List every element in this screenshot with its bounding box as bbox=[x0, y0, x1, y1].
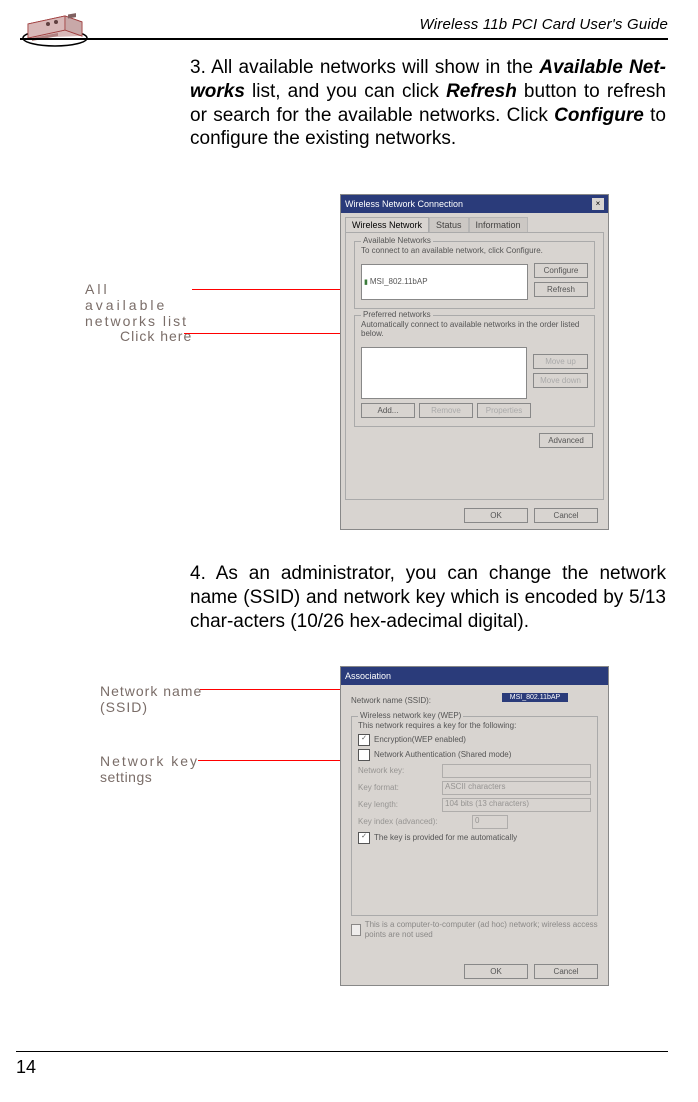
group-desc: Automatically connect to available netwo… bbox=[361, 320, 588, 339]
callout-network-key: Network keysettings bbox=[100, 753, 210, 785]
label: Key format: bbox=[358, 783, 438, 792]
available-networks-list[interactable]: ▮ MSI_802.11bAP bbox=[361, 264, 528, 300]
group-preferred-networks: Preferred networks Automatically connect… bbox=[354, 315, 595, 427]
tab-status[interactable]: Status bbox=[429, 217, 469, 232]
configure-button[interactable]: Configure bbox=[534, 263, 588, 278]
label: Key length: bbox=[358, 800, 438, 809]
callout-click-here: Click here bbox=[120, 328, 192, 344]
refresh-button[interactable]: Refresh bbox=[534, 282, 588, 297]
ssid-value[interactable]: MSI_802.11bAP bbox=[502, 693, 568, 702]
cancel-button[interactable]: Cancel bbox=[534, 964, 598, 979]
antenna-icon: ▮ bbox=[364, 278, 368, 286]
ok-button[interactable]: OK bbox=[464, 508, 528, 523]
txt-bold: Refresh bbox=[446, 81, 517, 102]
add-button[interactable]: Add... bbox=[361, 403, 415, 418]
key-format-select[interactable]: ASCII characters bbox=[442, 781, 591, 795]
check-encryption[interactable]: ✓Encryption(WEP enabled) bbox=[358, 734, 591, 746]
window-title: Association bbox=[345, 671, 391, 681]
ok-button[interactable]: OK bbox=[464, 964, 528, 979]
window-title: Wireless Network Connection bbox=[345, 199, 463, 209]
key-length-select[interactable]: 104 bits (13 characters) bbox=[442, 798, 591, 812]
cancel-button[interactable]: Cancel bbox=[534, 508, 598, 523]
group-label: Wireless network key (WEP) bbox=[358, 711, 463, 720]
tab-information[interactable]: Information bbox=[469, 217, 528, 232]
callout-network-name: Network name(SSID) bbox=[100, 683, 210, 715]
step-4-text: 4. As an administrator, you can change t… bbox=[190, 562, 666, 633]
txt: 3. All available networks will show in t… bbox=[190, 57, 539, 78]
moveup-button[interactable]: Move up bbox=[533, 354, 588, 369]
label: Network key: bbox=[358, 766, 438, 775]
window-titlebar: Association bbox=[341, 667, 608, 685]
txt: list, and you can click bbox=[245, 81, 446, 102]
leader-line bbox=[198, 760, 352, 761]
pci-card-icon bbox=[20, 8, 90, 48]
footer-rule bbox=[16, 1051, 668, 1053]
check-key-auto[interactable]: ✓The key is provided for me automaticall… bbox=[358, 832, 591, 844]
label: Key index (advanced): bbox=[358, 817, 468, 826]
remove-button[interactable]: Remove bbox=[419, 403, 473, 418]
network-key-input[interactable] bbox=[442, 764, 591, 778]
key-index-input[interactable]: 0 bbox=[472, 815, 508, 829]
advanced-button[interactable]: Advanced bbox=[539, 433, 593, 448]
screenshot-association: Association Network name (SSID): MSI_802… bbox=[340, 666, 609, 986]
group-label: Available Networks bbox=[361, 236, 433, 245]
group-desc: This network requires a key for the foll… bbox=[358, 721, 591, 731]
step-3-text: 3. All available networks will show in t… bbox=[190, 56, 666, 151]
group-desc: To connect to an available network, clic… bbox=[361, 246, 588, 256]
txt-bold: Configure bbox=[554, 105, 644, 126]
group-label: Preferred networks bbox=[361, 310, 433, 319]
group-wep: Wireless network key (WEP) This network … bbox=[351, 716, 598, 916]
screenshot-wireless-connection: Wireless Network Connection × Wireless N… bbox=[340, 194, 609, 530]
label: Network name (SSID): bbox=[351, 696, 461, 705]
leader-line bbox=[192, 289, 357, 290]
check-adhoc[interactable]: This is a computer-to-computer (ad hoc) … bbox=[341, 920, 608, 939]
header-rule bbox=[20, 38, 668, 40]
page-number: 14 bbox=[16, 1057, 36, 1078]
tab-row: Wireless Network Status Information bbox=[345, 217, 604, 232]
tab-wireless-network[interactable]: Wireless Network bbox=[345, 217, 429, 232]
preferred-networks-list[interactable] bbox=[361, 347, 527, 399]
network-item[interactable]: MSI_802.11bAP bbox=[370, 277, 428, 286]
group-available-networks: Available Networks To connect to an avai… bbox=[354, 241, 595, 309]
callout-available-networks: All availablenetworks list bbox=[85, 281, 195, 329]
check-auth[interactable]: Network Authentication (Shared mode) bbox=[358, 749, 591, 761]
header-title: Wireless 11b PCI Card User's Guide bbox=[420, 16, 669, 33]
close-icon[interactable]: × bbox=[592, 198, 604, 210]
window-titlebar: Wireless Network Connection × bbox=[341, 195, 608, 213]
movedown-button[interactable]: Move down bbox=[533, 373, 588, 388]
properties-button[interactable]: Properties bbox=[477, 403, 531, 418]
